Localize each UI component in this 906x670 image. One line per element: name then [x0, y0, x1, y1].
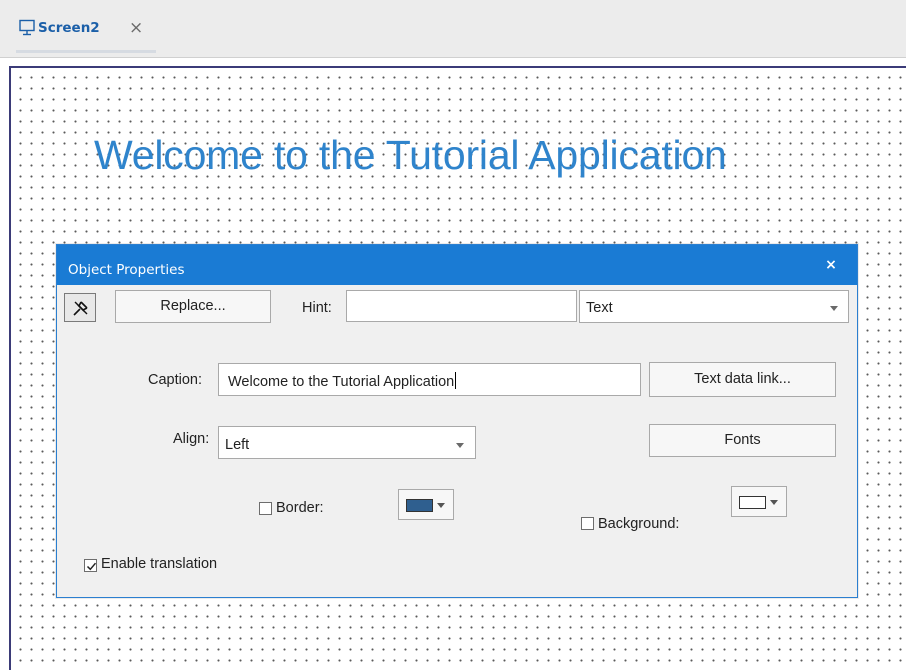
- hint-label: Hint:: [302, 300, 332, 316]
- object-type-value: Text: [586, 300, 613, 316]
- tab-bar: Screen2 ×: [0, 0, 906, 58]
- dialog-title: Object Properties: [68, 262, 185, 278]
- hint-input[interactable]: [346, 290, 577, 322]
- object-type-select[interactable]: Text: [579, 290, 849, 323]
- replace-button[interactable]: Replace...: [115, 290, 271, 323]
- chevron-down-icon: [770, 500, 778, 505]
- pin-icon: [73, 301, 88, 316]
- border-checkbox[interactable]: [259, 502, 272, 515]
- border-label: Border:: [276, 500, 324, 516]
- tab-close-button[interactable]: ×: [129, 18, 143, 38]
- enable-translation-checkbox[interactable]: [84, 559, 97, 572]
- dialog-titlebar[interactable]: Object Properties ×: [57, 245, 857, 285]
- border-color-swatch: [406, 499, 433, 512]
- align-label: Align:: [173, 431, 210, 447]
- text-data-link-label: Text data link...: [694, 371, 791, 387]
- caption-label: Caption:: [148, 372, 203, 388]
- caption-input[interactable]: Welcome to the Tutorial Application: [218, 363, 641, 396]
- enable-translation-label: Enable translation: [101, 556, 218, 572]
- align-value: Left: [225, 437, 250, 453]
- fonts-button[interactable]: Fonts: [649, 424, 836, 457]
- object-properties-dialog: Object Properties × Replace... Hint: Tex…: [56, 244, 858, 598]
- chevron-down-icon: [830, 306, 838, 311]
- dialog-close-button[interactable]: ×: [819, 255, 843, 275]
- background-color-picker[interactable]: [731, 486, 787, 517]
- checkmark-icon: [86, 562, 97, 571]
- chevron-down-icon: [456, 443, 464, 448]
- fonts-button-label: Fonts: [724, 432, 761, 448]
- canvas-text-object[interactable]: Welcome to the Tutorial Application: [94, 132, 727, 179]
- border-color-picker[interactable]: [398, 489, 454, 520]
- caption-value: Welcome to the Tutorial Application: [228, 372, 457, 390]
- background-checkbox[interactable]: [581, 517, 594, 530]
- align-select[interactable]: Left: [218, 426, 476, 459]
- tab-screen2[interactable]: Screen2 ×: [16, 18, 156, 58]
- pin-button[interactable]: [64, 293, 96, 322]
- replace-button-label: Replace...: [160, 298, 226, 314]
- chevron-down-icon: [437, 503, 445, 508]
- text-data-link-button[interactable]: Text data link...: [649, 362, 836, 397]
- background-label: Background:: [598, 516, 680, 532]
- tab-label: Screen2: [38, 20, 100, 36]
- monitor-icon: [19, 19, 35, 36]
- background-color-swatch: [739, 496, 766, 509]
- tab-active-indicator: [16, 50, 156, 53]
